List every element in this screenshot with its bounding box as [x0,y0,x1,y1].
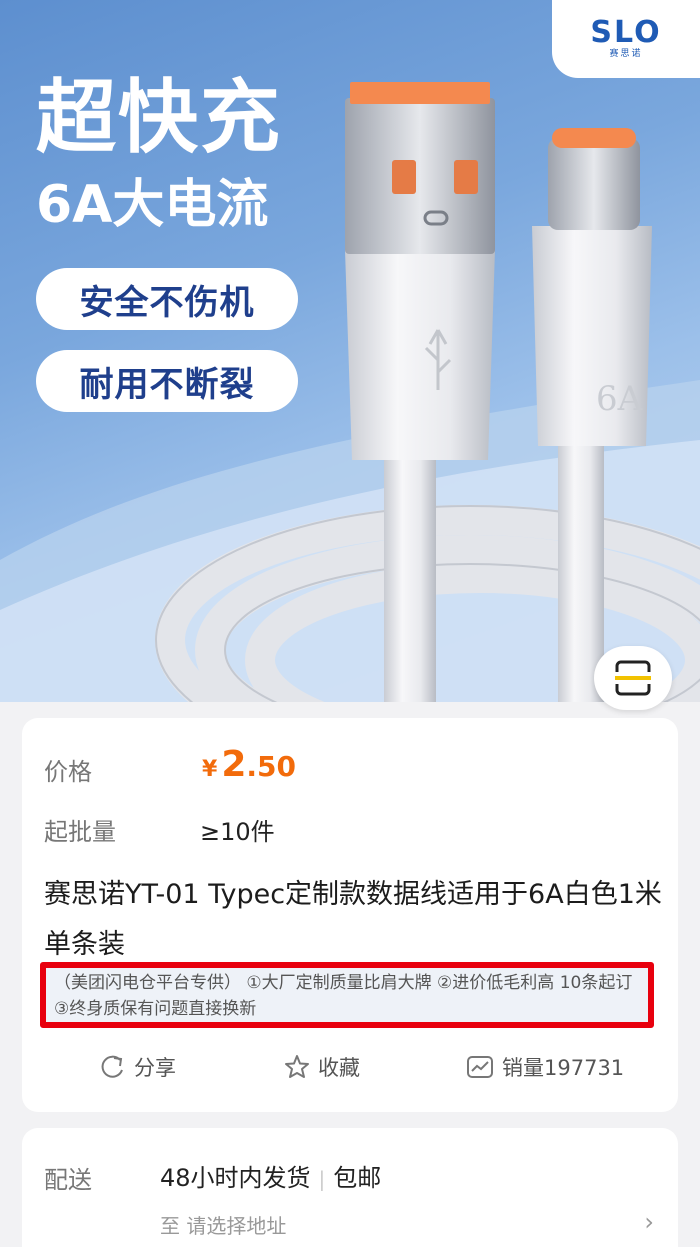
shipping-info: 48小时内发货 | 包邮 [160,1158,381,1193]
share-button[interactable]: 分享 [100,1052,176,1082]
share-icon [101,1055,123,1078]
hero-headline: 超快充 [36,71,282,164]
star-icon [285,1055,309,1078]
action-bar: 分享 收藏 销量197731 [22,1048,678,1092]
connector-6a-mark: 6A [596,379,643,419]
sales-count: 销量197731 [502,1056,625,1080]
moq-label: 起批量 [44,818,116,846]
brand-logo-subtext: 赛思诺 [609,49,643,59]
moq-value: ≥10件 [200,818,275,846]
brand-logo: SLO 赛思诺 [552,0,700,78]
hero-subheadline: 6A大电流 [36,175,269,235]
feature-pill-safe: 安全不伤机 [36,268,298,330]
price-label: 价格 [44,758,92,786]
dispatch-time: 48小时内发货 [160,1164,311,1192]
chevron-right-icon: › [644,1208,654,1236]
price-value: ¥2.50 [202,744,296,785]
price-integer: 2 [221,744,247,785]
product-hero-image: 6A SLO 赛思诺 超快充 6A大电流 安全不伤机 耐用不断裂 [0,0,700,702]
trend-chart-icon [467,1056,493,1078]
price-decimal: .50 [246,750,296,783]
address-selector[interactable]: 至 请选择地址 [160,1210,286,1239]
shipping-card[interactable]: 配送 48小时内发货 | 包邮 至 请选择地址 › [22,1128,678,1247]
promo-highlight: （美团闪电仓平台专供） ①大厂定制质量比肩大牌 ②进价低毛利高 10条起订 ③终… [40,962,654,1028]
favorite-button[interactable]: 收藏 [284,1052,360,1082]
currency-symbol: ¥ [202,757,218,782]
scan-icon [615,660,651,696]
brand-logo-text: SLO [590,15,662,50]
sales-info: 销量197731 [466,1052,624,1082]
scan-button[interactable] [594,646,672,710]
share-label: 分享 [134,1056,176,1080]
shipping-separator: | [318,1167,326,1191]
product-title: 赛思诺YT-01 Typec定制款数据线适用于6A白色1米单条装 [44,879,662,960]
favorite-label: 收藏 [318,1056,360,1080]
feature-pill-durable: 耐用不断裂 [36,350,298,412]
free-shipping-tag: 包邮 [333,1164,382,1192]
product-info-card: 价格 ¥2.50 起批量 ≥10件 赛思诺YT-01 Typec定制款数据线适用… [22,718,678,1112]
shipping-label: 配送 [44,1166,92,1194]
